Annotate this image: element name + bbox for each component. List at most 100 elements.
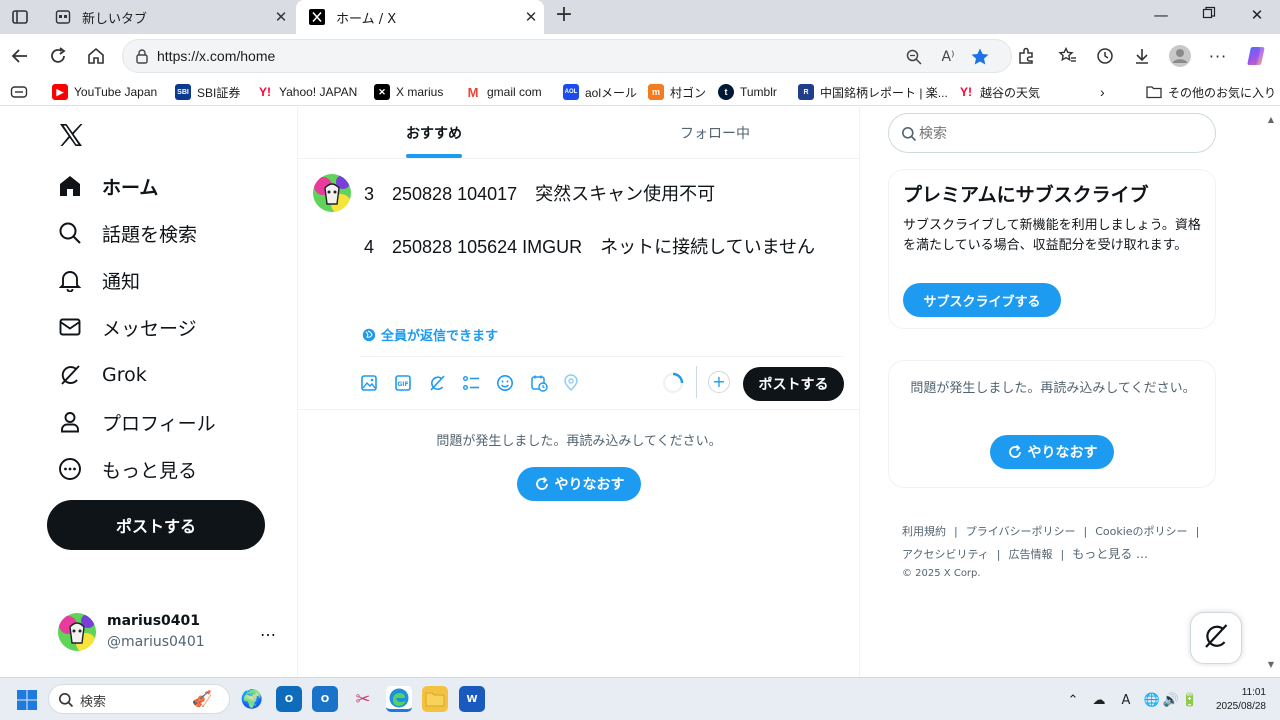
- nav-profile[interactable]: プロフィール: [56, 402, 216, 442]
- new-tab-button[interactable]: +: [552, 4, 576, 28]
- download-icon[interactable]: [1130, 44, 1154, 68]
- read-aloud-icon[interactable]: A⁾: [937, 47, 959, 67]
- nav-notifications[interactable]: 通知: [56, 260, 140, 300]
- footer-link-ads[interactable]: 広告情報: [1009, 548, 1053, 561]
- volume-icon[interactable]: 🔊: [1162, 691, 1180, 709]
- minimize-icon[interactable]: —: [1146, 6, 1176, 28]
- favorites-icon[interactable]: [1056, 44, 1080, 68]
- tab-x-home[interactable]: ホーム / X ✕: [296, 0, 544, 34]
- extensions-icon[interactable]: [1014, 44, 1038, 68]
- grok-floating-button[interactable]: [1190, 612, 1242, 664]
- copilot-icon[interactable]: [1244, 44, 1268, 68]
- scroll-down-icon[interactable]: ▼: [1266, 660, 1276, 669]
- bookmark-gmail[interactable]: M gmail com: [465, 83, 542, 101]
- avatar[interactable]: [313, 174, 351, 212]
- search-box[interactable]: [888, 113, 1216, 153]
- widgets-icon[interactable]: 🌍: [239, 686, 265, 712]
- grok-icon: [56, 361, 84, 389]
- feed-retry-button[interactable]: やりなおす: [517, 467, 641, 501]
- lock-icon[interactable]: [135, 48, 149, 68]
- close-window-icon[interactable]: ✕: [1242, 6, 1272, 28]
- x-logo-icon[interactable]: [57, 121, 85, 149]
- separator: |: [954, 525, 958, 538]
- battery-icon[interactable]: 🔋: [1181, 691, 1199, 709]
- post-button[interactable]: ポストする: [47, 500, 265, 550]
- nav-explore[interactable]: 話題を検索: [56, 213, 197, 253]
- grok-icon: [1202, 622, 1230, 654]
- bookmark-tumblr[interactable]: t Tumblr: [718, 83, 777, 101]
- other-favorites-folder[interactable]: その他のお気に入り: [1146, 83, 1276, 101]
- gif-icon[interactable]: GIF: [394, 374, 412, 392]
- emoji-icon[interactable]: [496, 374, 514, 392]
- yahoo-icon: Y!: [960, 85, 972, 99]
- chevron-right-icon[interactable]: ›: [1100, 83, 1105, 101]
- grok-icon[interactable]: [428, 374, 446, 392]
- composer-text-line[interactable]: 3 250828 104017 突然スキャン使用不可: [364, 180, 715, 206]
- address-bar[interactable]: https://x.com/home A⁾: [122, 39, 1012, 73]
- outlook-icon[interactable]: O: [276, 686, 302, 712]
- url-text[interactable]: https://x.com/home: [157, 48, 275, 64]
- close-icon[interactable]: ✕: [518, 8, 544, 26]
- bookmark-sbi[interactable]: SBI SBI証券: [175, 83, 240, 101]
- composer-text-line[interactable]: 4 250828 105624 IMGUR ネットに接続していません: [364, 233, 815, 259]
- network-icon[interactable]: 🌐: [1143, 691, 1161, 709]
- bookmark-x-marius[interactable]: ✕ X marius: [374, 83, 443, 101]
- tab-new-tab[interactable]: 新しいタブ ✕: [42, 0, 294, 34]
- bookmark-koshigaya-weather[interactable]: Y! 越谷の天気: [958, 83, 1040, 101]
- snipping-tool-icon[interactable]: ✂: [350, 686, 376, 712]
- bookmark-china-report[interactable]: R 中国銘柄レポート | 楽...: [798, 83, 948, 101]
- scroll-up-icon[interactable]: ▲: [1266, 115, 1276, 124]
- ime-mode-indicator[interactable]: A: [1117, 691, 1135, 709]
- bookmark-aol-mail[interactable]: AOL aolメール: [563, 83, 637, 101]
- edge-icon[interactable]: [386, 686, 412, 712]
- favorite-star-icon[interactable]: [969, 47, 991, 67]
- favorites-collections-icon[interactable]: [10, 83, 28, 101]
- close-icon[interactable]: ✕: [268, 8, 294, 26]
- bell-icon: [56, 266, 84, 294]
- page-scrollbar[interactable]: ▲ ▼: [1262, 107, 1280, 677]
- nav-messages[interactable]: メッセージ: [56, 307, 197, 347]
- chevron-up-icon[interactable]: ⌃: [1064, 691, 1082, 709]
- bookmark-yahoo-japan[interactable]: Y! Yahoo! JAPAN: [257, 83, 357, 101]
- restore-icon[interactable]: [1194, 6, 1224, 28]
- history-icon[interactable]: [1093, 44, 1117, 68]
- taskbar-search[interactable]: 検索 🎻: [48, 684, 230, 714]
- settings-more-icon[interactable]: ···: [1206, 44, 1230, 68]
- tab-recommended[interactable]: おすすめ: [298, 107, 570, 159]
- footer-link-terms[interactable]: 利用規約: [902, 525, 946, 538]
- zoom-icon[interactable]: [903, 47, 925, 67]
- image-icon[interactable]: [360, 374, 378, 392]
- more-icon[interactable]: …: [260, 621, 277, 640]
- back-icon[interactable]: [8, 44, 32, 68]
- poll-icon[interactable]: [462, 374, 480, 392]
- nav-home[interactable]: ホーム: [56, 166, 158, 206]
- reply-setting-button[interactable]: 全員が返信できます: [362, 325, 498, 344]
- file-explorer-icon[interactable]: [422, 686, 448, 712]
- word-icon[interactable]: W: [459, 686, 485, 712]
- nav-more[interactable]: もっと見る: [56, 449, 197, 489]
- tab-actions-icon[interactable]: [10, 7, 30, 27]
- taskbar-clock[interactable]: 11:01 2025/08/28: [1200, 686, 1266, 714]
- bookmark-youtube-japan[interactable]: ▶ YouTube Japan: [52, 83, 157, 101]
- nav-grok[interactable]: Grok: [56, 355, 147, 395]
- add-post-button[interactable]: +: [708, 371, 730, 393]
- home-icon[interactable]: [84, 44, 108, 68]
- schedule-icon[interactable]: [530, 374, 548, 392]
- reload-icon[interactable]: [46, 44, 70, 68]
- post-composer: 3 250828 104017 突然スキャン使用不可 4 250828 1056…: [298, 160, 860, 410]
- subscribe-button[interactable]: サブスクライブする: [903, 283, 1061, 317]
- profile-avatar-icon[interactable]: [1168, 44, 1192, 68]
- footer-link-more[interactable]: もっと見る …: [1072, 547, 1148, 561]
- sidebar-retry-button[interactable]: やりなおす: [990, 435, 1114, 469]
- account-switcher[interactable]: marius0401 @marius0401 …: [56, 611, 286, 655]
- bookmark-murago[interactable]: m 村ゴン: [648, 83, 706, 101]
- tab-following[interactable]: フォロー中: [570, 107, 860, 159]
- footer-link-accessibility[interactable]: アクセシビリティ: [902, 548, 989, 561]
- onedrive-icon[interactable]: ☁: [1090, 691, 1108, 709]
- footer-link-cookie[interactable]: Cookieのポリシー: [1095, 525, 1187, 538]
- search-input[interactable]: [919, 124, 1199, 144]
- footer-link-privacy[interactable]: プライバシーポリシー: [966, 525, 1076, 538]
- composer-post-button[interactable]: ポストする: [743, 367, 844, 401]
- windows-start-icon[interactable]: [16, 689, 38, 711]
- outlook-new-icon[interactable]: O: [312, 686, 338, 712]
